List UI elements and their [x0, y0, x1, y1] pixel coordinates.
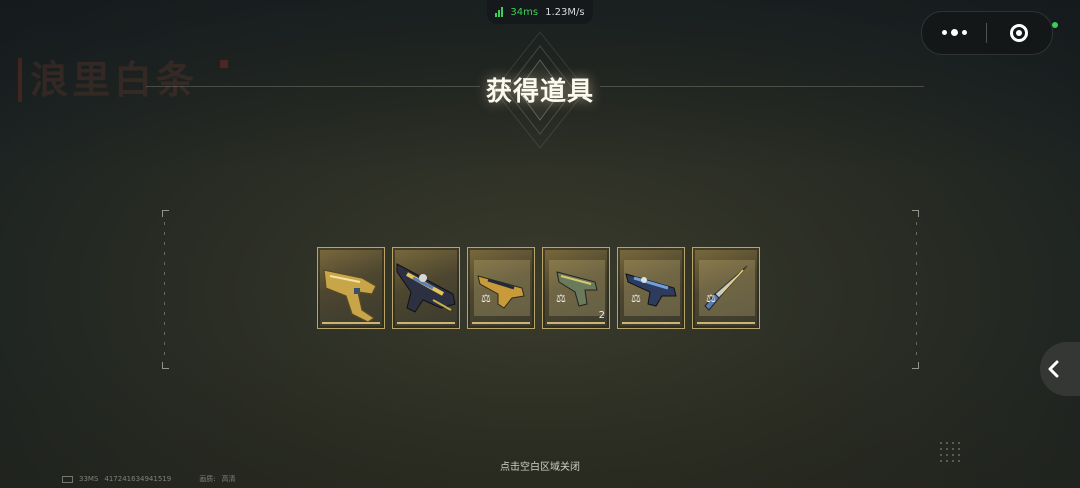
- dagger-blueprint-icon: [699, 260, 755, 316]
- reward-item-gold-pistol[interactable]: [317, 247, 385, 329]
- blueprint-compass-icon: ⚖: [481, 292, 491, 305]
- blueprint-compass-icon: ⚖: [556, 292, 566, 305]
- reward-item-pistol-blueprint[interactable]: ⚖ 2: [542, 247, 610, 329]
- gold-pistol-icon: [323, 269, 377, 323]
- footer-fps: 33MS: [79, 475, 99, 483]
- footer-quality-label: 画质:: [199, 475, 216, 483]
- more-dots-icon[interactable]: [922, 29, 986, 36]
- footer-uid: 417241634941519: [104, 475, 172, 483]
- online-indicator: [1052, 22, 1058, 28]
- frame-dashed-edge: [164, 222, 165, 358]
- reward-item-camo-sniper[interactable]: [392, 247, 460, 329]
- item-count: 2: [598, 310, 605, 321]
- device-icon: [62, 475, 73, 483]
- reward-item-dagger-blueprint[interactable]: ⚖: [692, 247, 760, 329]
- miniprogram-capsule: [921, 11, 1053, 55]
- title-line-right: [600, 86, 924, 87]
- reward-item-rifle-blueprint[interactable]: ⚖: [467, 247, 535, 329]
- frame-corner: [912, 362, 919, 369]
- page-title: 获得道具: [485, 77, 594, 107]
- reward-items: ⚖ ⚖ 2 ⚖ ⚖: [317, 247, 760, 329]
- frame-corner: [912, 210, 919, 217]
- close-hint[interactable]: 点击空白区域关闭: [440, 458, 640, 473]
- network-speed: 1.23M/s: [545, 6, 585, 18]
- blueprint-compass-icon: ⚖: [706, 292, 716, 305]
- sniper-rifle-icon: [396, 263, 456, 313]
- frame-corner: [162, 210, 169, 217]
- background-faded-title: 浪里白条: [18, 58, 198, 102]
- title-line-left: [146, 86, 480, 87]
- blueprint-compass-icon: ⚖: [631, 292, 641, 305]
- frame-dashed-edge: [916, 222, 917, 358]
- capsule-close-icon[interactable]: [987, 24, 1051, 42]
- background-faded-badge: [220, 60, 228, 68]
- footer-quality-value: 高清: [221, 475, 236, 483]
- network-status: 34ms 1.23M/s: [487, 0, 593, 24]
- signal-icon: [495, 7, 504, 17]
- blue-rifle-blueprint-icon: [624, 260, 680, 316]
- chevron-left-icon: [1048, 360, 1059, 378]
- decorative-dot-grid: [938, 440, 964, 466]
- network-ping: 34ms: [510, 6, 539, 18]
- debug-footer: 33MS 417241634941519 画质: 高清: [62, 474, 236, 484]
- rifle-blueprint-icon: [474, 260, 530, 316]
- reward-item-blue-rifle-blueprint[interactable]: ⚖: [617, 247, 685, 329]
- frame-corner: [162, 362, 169, 369]
